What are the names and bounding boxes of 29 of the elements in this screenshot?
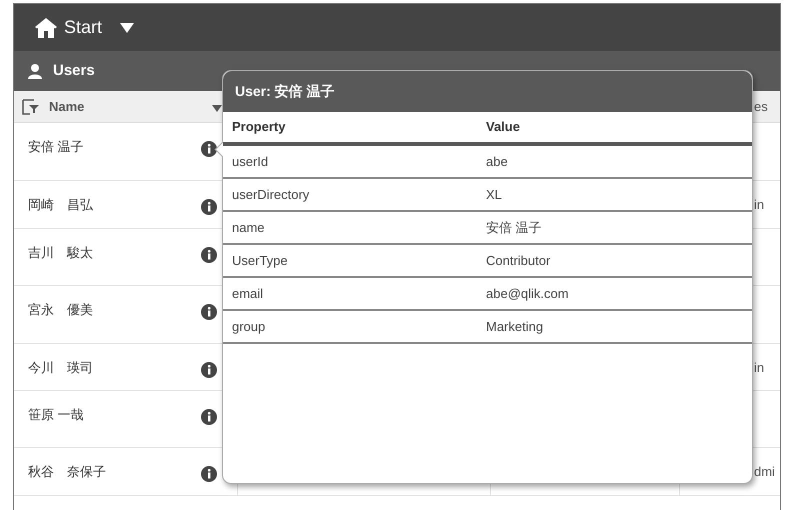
- user-name: 岡崎 昌弘: [28, 196, 93, 214]
- user-name: 笹原 一哉: [28, 406, 84, 424]
- column-header[interactable]: es: [754, 98, 768, 114]
- property-name: group: [231, 318, 266, 336]
- property-name: UserType: [231, 252, 289, 270]
- property-name: name: [231, 218, 266, 237]
- user-name: 今川 瑛司: [28, 359, 93, 377]
- property-value: XL: [486, 186, 502, 204]
- property-value: 安倍 温子: [486, 218, 542, 237]
- user-name: 秋谷 奈保子: [28, 463, 106, 481]
- user-name: 安倍 温子: [28, 138, 84, 156]
- column-header: Property: [231, 118, 286, 136]
- property-value: abe: [486, 152, 508, 171]
- property-name: email: [231, 284, 264, 303]
- property-value: Marketing: [486, 318, 544, 336]
- table-cell-text: in: [754, 196, 764, 214]
- user-name: 吉川 駿太: [28, 244, 93, 262]
- user-name: 宮永 優美: [28, 301, 93, 319]
- popup-title: User: 安倍 温子: [235, 82, 335, 101]
- property-value: Contributor: [486, 252, 550, 270]
- table-cell-text: in: [754, 359, 764, 377]
- property-value: abe@qlik.com: [486, 284, 569, 303]
- section-title: Users: [53, 60, 95, 81]
- property-name: userId: [231, 152, 270, 171]
- column-header: Value: [486, 118, 520, 136]
- property-name: userDirectory: [231, 186, 310, 204]
- column-header[interactable]: Name: [49, 96, 84, 116]
- table-cell-text: dmi: [754, 463, 775, 481]
- start-menu-button[interactable]: Start: [34, 14, 134, 41]
